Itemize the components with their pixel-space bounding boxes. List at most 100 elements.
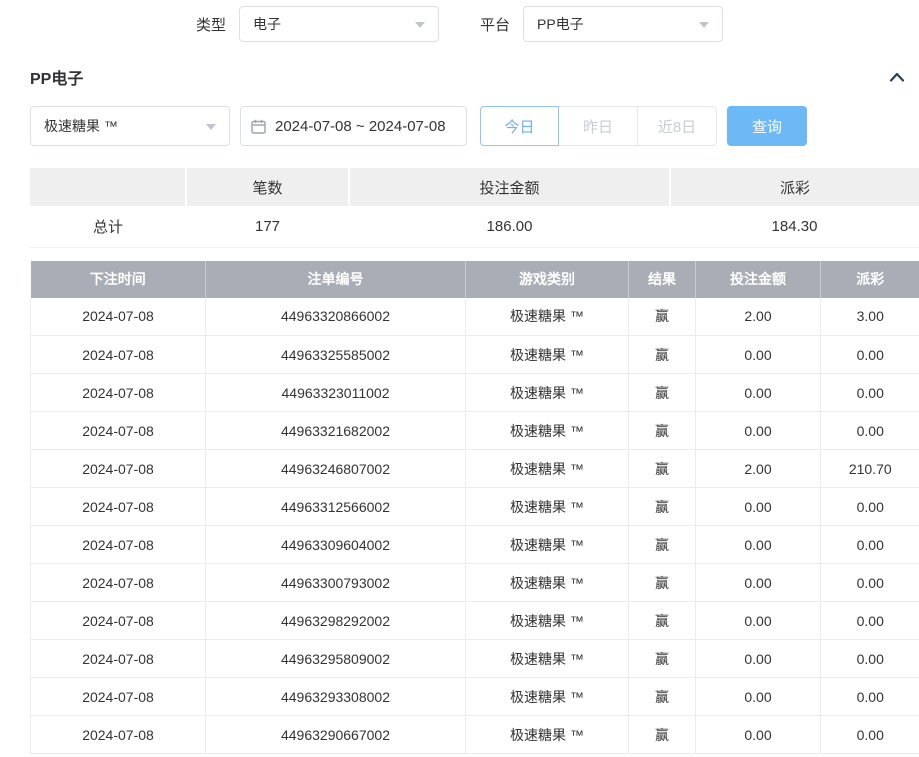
table-cell: 0.00 [696,488,821,526]
quick-date-button-group: 今日 昨日 近8日 [480,106,717,146]
header-bet-amount: 投注金额 [696,261,821,298]
table-cell: 0.00 [696,640,821,678]
table-cell: 44963298292002 [206,602,466,640]
table-cell: 赢 [629,716,696,754]
top-filter-bar: 类型 电子 平台 PP电子 [0,0,919,48]
table-cell: 赢 [629,640,696,678]
table-cell: 3.00 [821,298,919,336]
table-cell: 极速糖果 ™ [466,450,629,488]
header-payout: 派彩 [821,261,919,298]
summary-total-bet-amount: 186.00 [349,206,670,247]
table-cell: 44963293308002 [206,678,466,716]
summary-total-label: 总计 [30,206,186,247]
type-select[interactable]: 电子 [239,6,439,42]
header-bet-time: 下注时间 [31,261,206,298]
platform-select[interactable]: PP电子 [523,6,723,42]
game-select[interactable]: 极速糖果 ™ [30,106,230,146]
table-cell: 44963323011002 [206,374,466,412]
today-button[interactable]: 今日 [480,106,559,146]
table-cell: 赢 [629,564,696,602]
table-cell: 赢 [629,450,696,488]
table-row: 2024-07-0844963320866002极速糖果 ™赢2.003.00 [31,298,919,336]
filter-row: 极速糖果 ™ 2024-07-08 ~ 2024-07-08 今日 昨日 近8日… [0,106,919,146]
bet-records-table: 下注时间 注单编号 游戏类别 结果 投注金额 派彩 2024-07-084496… [30,261,919,755]
table-cell: 赢 [629,412,696,450]
table-cell: 0.00 [821,412,919,450]
table-cell: 44963300793002 [206,564,466,602]
table-cell: 0.00 [821,336,919,374]
date-range-picker[interactable]: 2024-07-08 ~ 2024-07-08 [240,106,467,146]
platform-label: 平台 [480,14,510,35]
type-label: 类型 [196,14,226,35]
table-cell: 2024-07-08 [31,564,206,602]
table-cell: 2.00 [696,450,821,488]
calendar-icon [251,119,266,134]
table-cell: 极速糖果 ™ [466,298,629,336]
table-cell: 极速糖果 ™ [466,640,629,678]
table-cell: 赢 [629,678,696,716]
table-cell: 2024-07-08 [31,716,206,754]
table-cell: 2024-07-08 [31,602,206,640]
date-range-value: 2024-07-08 ~ 2024-07-08 [275,118,446,135]
table-cell: 0.00 [821,716,919,754]
table-cell: 210.70 [821,450,919,488]
table-row: 2024-07-0844963246807002极速糖果 ™赢2.00210.7… [31,450,919,488]
table-cell: 0.00 [696,526,821,564]
table-row: 2024-07-0844963293308002极速糖果 ™赢0.000.00 [31,678,919,716]
table-row: 2024-07-0844963290667002极速糖果 ™赢0.000.00 [31,716,919,754]
table-cell: 2024-07-08 [31,374,206,412]
last-8-days-button[interactable]: 近8日 [638,106,717,146]
table-cell: 44963312566002 [206,488,466,526]
section-title: PP电子 [30,65,83,89]
table-row: 2024-07-0844963312566002极速糖果 ™赢0.000.00 [31,488,919,526]
summary-table: 笔数 投注金额 派彩 总计 177 186.00 184.30 [30,168,919,248]
table-cell: 赢 [629,374,696,412]
header-bet-id: 注单编号 [206,261,466,298]
table-cell: 赢 [629,298,696,336]
table-cell: 2024-07-08 [31,298,206,336]
type-select-value: 电子 [253,14,281,34]
table-cell: 极速糖果 ™ [466,526,629,564]
table-cell: 2024-07-08 [31,336,206,374]
yesterday-button[interactable]: 昨日 [559,106,638,146]
platform-select-value: PP电子 [537,14,584,34]
table-cell: 0.00 [821,602,919,640]
table-cell: 0.00 [821,526,919,564]
table-cell: 赢 [629,336,696,374]
bet-table-header-row: 下注时间 注单编号 游戏类别 结果 投注金额 派彩 [31,261,919,298]
summary-total-row: 总计 177 186.00 184.30 [30,206,919,247]
table-cell: 44963320866002 [206,298,466,336]
table-cell: 赢 [629,526,696,564]
table-cell: 44963309604002 [206,526,466,564]
table-row: 2024-07-0844963298292002极速糖果 ™赢0.000.00 [31,602,919,640]
chevron-down-icon [699,22,709,28]
table-row: 2024-07-0844963300793002极速糖果 ™赢0.000.00 [31,564,919,602]
table-row: 2024-07-0844963309604002极速糖果 ™赢0.000.00 [31,526,919,564]
table-cell: 2024-07-08 [31,640,206,678]
table-row: 2024-07-0844963323011002极速糖果 ™赢0.000.00 [31,374,919,412]
table-cell: 2024-07-08 [31,450,206,488]
table-cell: 0.00 [821,488,919,526]
table-cell: 0.00 [696,412,821,450]
collapse-button[interactable] [885,67,909,87]
table-cell: 极速糖果 ™ [466,716,629,754]
table-cell: 极速糖果 ™ [466,412,629,450]
summary-header-payout: 派彩 [670,168,919,206]
table-cell: 0.00 [821,374,919,412]
table-cell: 0.00 [821,564,919,602]
chevron-up-icon [889,71,905,83]
summary-header-row: 笔数 投注金额 派彩 [30,168,919,206]
search-button[interactable]: 查询 [727,106,807,146]
table-cell: 2024-07-08 [31,526,206,564]
table-cell: 0.00 [696,336,821,374]
table-cell: 极速糖果 ™ [466,564,629,602]
summary-total-payout: 184.30 [670,206,919,247]
summary-header-count: 笔数 [186,168,349,206]
table-cell: 极速糖果 ™ [466,374,629,412]
table-cell: 0.00 [696,564,821,602]
table-cell: 极速糖果 ™ [466,678,629,716]
table-cell: 2.00 [696,298,821,336]
table-cell: 44963246807002 [206,450,466,488]
table-cell: 赢 [629,488,696,526]
header-game-category: 游戏类别 [466,261,629,298]
